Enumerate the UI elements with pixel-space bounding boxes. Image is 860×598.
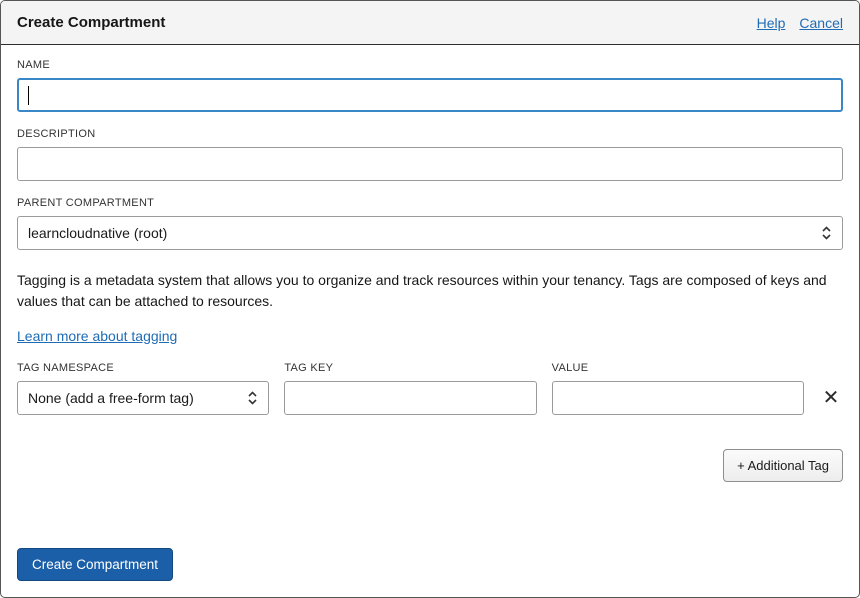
create-compartment-button[interactable]: Create Compartment (17, 548, 174, 581)
tag-namespace-select[interactable]: None (add a free-form tag) (17, 381, 270, 415)
create-compartment-dialog: Create Compartment Help Cancel NAME DESC… (0, 0, 860, 598)
chevron-up-down-icon (247, 389, 258, 407)
additional-tag-button[interactable]: + Additional Tag (723, 449, 843, 482)
description-input[interactable] (17, 147, 843, 181)
parent-compartment-field-group: PARENT COMPARTMENT learncloudnative (roo… (17, 197, 843, 250)
parent-compartment-label: PARENT COMPARTMENT (17, 197, 155, 209)
tag-value-input[interactable] (551, 381, 804, 415)
parent-compartment-selected-value: learncloudnative (root) (28, 225, 168, 241)
additional-tag-row: + Additional Tag (17, 449, 843, 482)
dialog-content: NAME DESCRIPTION PARENT COMPARTMENT lear… (1, 45, 859, 548)
parent-compartment-select[interactable]: learncloudnative (root) (17, 216, 843, 250)
name-label: NAME (17, 59, 50, 71)
description-label: DESCRIPTION (17, 128, 96, 140)
tag-namespace-label: TAG NAMESPACE (17, 362, 115, 374)
name-field-group: NAME (17, 59, 843, 112)
remove-tag-icon[interactable]: ✕ (823, 388, 840, 408)
help-link[interactable]: Help (757, 15, 786, 31)
chevron-up-down-icon (821, 224, 832, 242)
tag-key-label: TAG KEY (284, 362, 334, 374)
header-links: Help Cancel (757, 15, 843, 31)
tag-namespace-selected-value: None (add a free-form tag) (28, 390, 194, 406)
tagging-learn-more-link[interactable]: Learn more about tagging (17, 328, 177, 344)
dialog-title: Create Compartment (17, 14, 166, 31)
tag-value-col: VALUE (551, 362, 804, 415)
tagging-description: Tagging is a metadata system that allows… (17, 272, 827, 309)
text-cursor (28, 86, 29, 105)
dialog-header: Create Compartment Help Cancel (1, 1, 859, 45)
tag-namespace-col: TAG NAMESPACE None (add a free-form tag) (17, 362, 270, 415)
name-input[interactable] (17, 78, 843, 112)
name-input-wrap (17, 78, 843, 112)
dialog-footer: Create Compartment (1, 548, 859, 597)
tag-key-input[interactable] (284, 381, 537, 415)
tag-value-label: VALUE (551, 362, 589, 374)
tag-key-col: TAG KEY (284, 362, 537, 415)
cancel-link[interactable]: Cancel (799, 15, 843, 31)
tag-remove-col: ✕ (819, 362, 843, 408)
description-field-group: DESCRIPTION (17, 128, 843, 181)
tag-row: TAG NAMESPACE None (add a free-form tag)… (17, 362, 843, 415)
